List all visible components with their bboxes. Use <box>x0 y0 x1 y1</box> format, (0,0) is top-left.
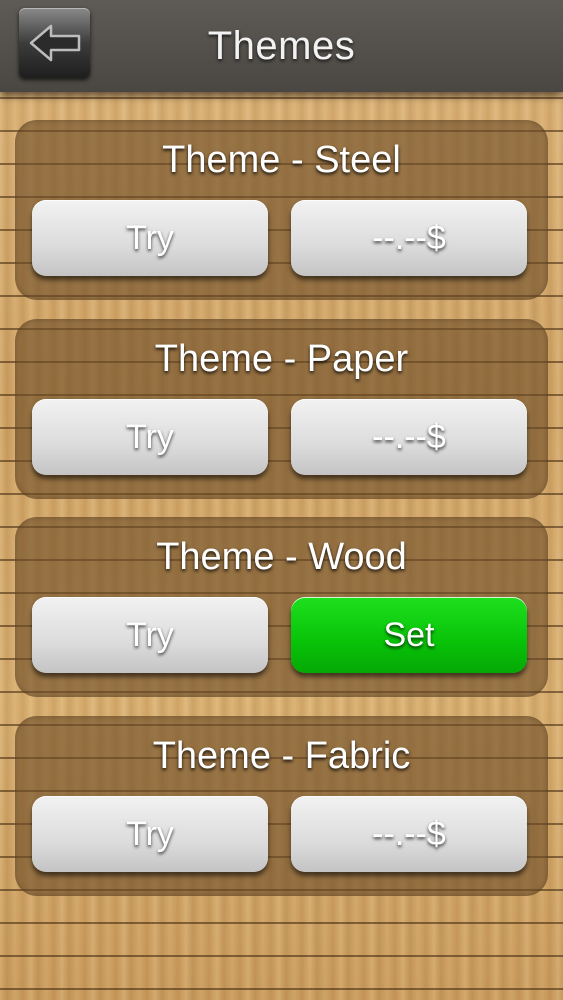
try-button[interactable]: Try <box>32 796 268 872</box>
theme-card-fabric: Theme - Fabric Try --.--$ <box>15 716 548 896</box>
back-arrow-icon <box>29 24 80 62</box>
theme-card-wood: Theme - Wood Try Set <box>15 517 548 697</box>
try-button[interactable]: Try <box>32 597 268 673</box>
theme-title: Theme - Fabric <box>152 735 411 777</box>
theme-title: Theme - Wood <box>156 536 407 578</box>
set-button[interactable]: Set <box>291 597 527 673</box>
buy-button[interactable]: --.--$ <box>291 399 527 475</box>
buy-button[interactable]: --.--$ <box>291 796 527 872</box>
theme-card-steel: Theme - Steel Try --.--$ <box>15 120 548 300</box>
try-button[interactable]: Try <box>32 200 268 276</box>
back-button[interactable] <box>19 8 90 78</box>
top-bar: Themes <box>0 0 563 92</box>
theme-card-paper: Theme - Paper Try --.--$ <box>15 319 548 499</box>
buy-button[interactable]: --.--$ <box>291 200 527 276</box>
try-button[interactable]: Try <box>32 399 268 475</box>
theme-title: Theme - Steel <box>162 139 401 181</box>
theme-title: Theme - Paper <box>154 338 409 380</box>
page-title: Themes <box>207 23 356 68</box>
